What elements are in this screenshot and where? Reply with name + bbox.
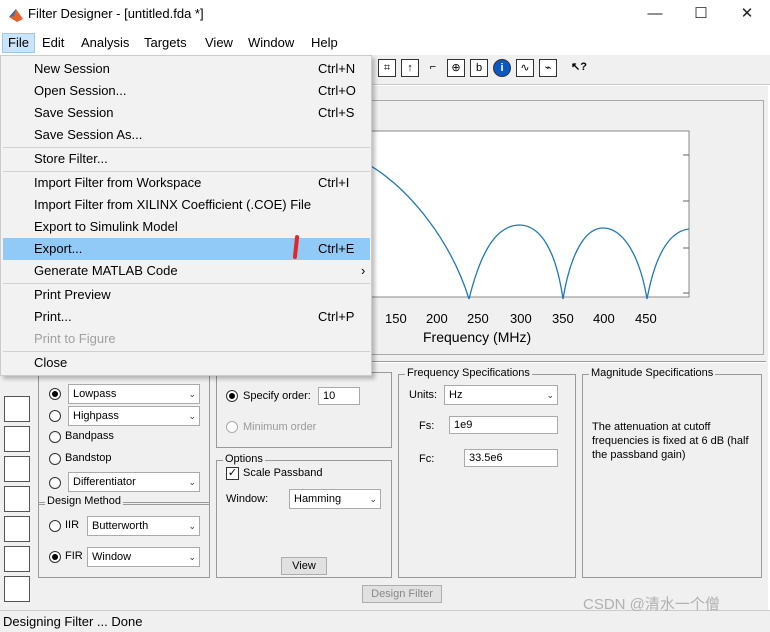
frequency-specs-title: Frequency Specifications (405, 367, 532, 379)
transform-icon[interactable] (4, 456, 30, 482)
order-input[interactable]: 10 (318, 387, 360, 405)
scale-passband-label: Scale Passband (243, 467, 323, 479)
magnitude-specs-title: Magnitude Specifications (589, 367, 716, 379)
spectrum-icon[interactable]: ⌁ (539, 59, 557, 77)
design-method-title: Design Method (45, 495, 123, 507)
x-tick-450: 450 (635, 311, 657, 326)
scale-passband-checkbox[interactable]: ✓ (226, 467, 239, 480)
status-text: Designing Filter ... Done (3, 614, 143, 629)
menu-item-export-simulink[interactable]: Export to Simulink Model (3, 216, 370, 238)
menu-item-print-to-figure[interactable]: Print to Figure (3, 328, 370, 350)
magnitude-specs-panel: Magnitude Specifications (582, 367, 762, 578)
magnitude-response-icon[interactable]: ⌗ (378, 59, 396, 77)
menu-item-print-preview[interactable]: Print Preview (3, 284, 370, 306)
import-filter-icon[interactable] (4, 426, 30, 452)
whats-this-help-icon[interactable]: ↖? (570, 59, 588, 77)
x-tick-150: 150 (385, 311, 407, 326)
menu-item-generate-matlab-code[interactable]: Generate MATLAB Code › (3, 260, 370, 282)
title-bar: Filter Designer - [untitled.fda *] — ☐ ✕ (0, 0, 770, 30)
differentiator-select[interactable]: Differentiator ⌄ (68, 472, 200, 492)
menu-item-open-session[interactable]: Open Session... Ctrl+O (3, 80, 370, 102)
filter-order-panel (216, 372, 392, 448)
step-response-icon[interactable]: ⌐ (424, 59, 442, 77)
window-title: Filter Designer - [untitled.fda *] (28, 6, 204, 21)
multirate-icon[interactable] (4, 546, 30, 572)
radio-minimum-order[interactable] (226, 421, 238, 433)
info-icon[interactable]: i (493, 59, 511, 77)
menu-bar: File Edit Analysis Targets View Window H… (0, 30, 770, 55)
menu-edit[interactable]: Edit (37, 33, 69, 53)
specify-order-label: Specify order: (243, 390, 311, 402)
fs-input[interactable]: 1e9 (449, 416, 558, 434)
status-bar: Designing Filter ... Done CSDN @清水一个僧 (0, 596, 770, 632)
menu-help[interactable]: Help (306, 33, 343, 53)
options-title: Options (223, 453, 265, 465)
matlab-logo-icon (9, 9, 23, 22)
lowpass-select[interactable]: Lowpass ⌄ (68, 384, 200, 404)
menu-analysis[interactable]: Analysis (76, 33, 134, 53)
iir-method-select[interactable]: Butterworth ⌄ (87, 516, 200, 536)
fs-label: Fs: (419, 420, 435, 432)
x-tick-250: 250 (467, 311, 489, 326)
watermark: CSDN @清水一个僧 (583, 596, 720, 613)
bandstop-label: Bandstop (65, 452, 112, 464)
close-button[interactable]: ✕ (724, 0, 770, 30)
file-menu-dropdown: New Session Ctrl+N Open Session... Ctrl+O … (0, 55, 372, 376)
menu-item-export[interactable]: Export... Ctrl+E (3, 234, 370, 260)
maximize-button[interactable]: ☐ (678, 0, 724, 30)
plot-panel: 150 200 250 300 350 400 450 Frequency (M… (370, 100, 764, 355)
minimize-button[interactable]: — (632, 0, 678, 30)
minimum-order-label: Minimum order (243, 421, 317, 433)
filter-response-icon[interactable]: ∿ (516, 59, 534, 77)
menu-targets[interactable]: Targets (139, 33, 192, 53)
x-tick-300: 300 (510, 311, 532, 326)
design-filter-button[interactable]: Design Filter (362, 585, 442, 603)
window-select[interactable]: Hamming ⌄ (289, 489, 381, 509)
x-axis-label: Frequency (MHz) (423, 329, 532, 345)
highpass-select[interactable]: Highpass ⌄ (68, 406, 200, 426)
menu-item-import-workspace[interactable]: Import Filter from Workspace Ctrl+I (3, 172, 370, 194)
pole-zero-icon[interactable]: ⊕ (447, 59, 465, 77)
magnitude-specs-text: The attenuation at cutoff frequencies is… (592, 421, 749, 461)
menu-item-close[interactable]: Close (3, 352, 370, 374)
menu-item-save-session-as[interactable]: Save Session As... (3, 124, 370, 146)
menu-item-new-session[interactable]: New Session Ctrl+N (3, 58, 370, 80)
fir-method-select[interactable]: Window ⌄ (87, 547, 200, 567)
units-label: Units: (409, 389, 438, 401)
filter-design-icon[interactable] (4, 396, 30, 422)
radio-iir[interactable] (49, 520, 61, 532)
bandpass-label: Bandpass (65, 430, 114, 442)
coefficients-icon[interactable]: b (470, 59, 488, 77)
radio-specify-order[interactable] (226, 390, 238, 402)
radio-highpass[interactable] (49, 410, 61, 422)
menu-item-print[interactable]: Print... Ctrl+P (3, 306, 370, 328)
x-tick-400: 400 (593, 311, 615, 326)
menu-window[interactable]: Window (243, 33, 299, 53)
units-select[interactable]: Hz ⌄ (444, 385, 558, 405)
menu-item-import-coe[interactable]: Import Filter from XILINX Coefficient (.… (3, 194, 370, 216)
radio-lowpass[interactable] (49, 388, 61, 400)
menu-file[interactable]: File (2, 33, 35, 53)
red-annotation-mark (292, 234, 300, 260)
fc-input[interactable]: 33.5e6 (464, 449, 558, 467)
radio-fir[interactable] (49, 551, 61, 563)
menu-view[interactable]: View (200, 33, 238, 53)
x-tick-350: 350 (552, 311, 574, 326)
window-label: Window: (226, 493, 269, 505)
radio-bandpass[interactable] (49, 431, 61, 443)
realize-model-icon[interactable] (4, 486, 30, 512)
quantize-icon[interactable] (4, 576, 30, 602)
radio-bandstop[interactable] (49, 453, 61, 465)
menu-item-store-filter[interactable]: Store Filter... (3, 148, 370, 170)
menu-item-save-session[interactable]: Save Session Ctrl+S (3, 102, 370, 124)
fc-label: Fc: (419, 453, 435, 465)
fir-label: FIR (65, 550, 83, 562)
x-tick-200: 200 (426, 311, 448, 326)
impulse-icon[interactable]: ↑ (401, 59, 419, 77)
view-button[interactable]: View (281, 557, 327, 575)
radio-differentiator[interactable] (49, 477, 61, 489)
pole-zero-editor-icon[interactable] (4, 516, 30, 542)
iir-label: IIR (65, 519, 80, 531)
